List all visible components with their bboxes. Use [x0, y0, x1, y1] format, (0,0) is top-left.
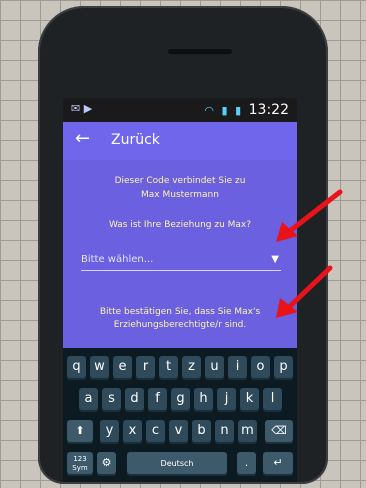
key[interactable]: r [136, 356, 155, 380]
key[interactable]: b [192, 420, 211, 444]
status-bar: ✉ ▶ ◠ ▮ ▮ 13:22 [63, 98, 297, 122]
wifi-icon: ◠ [204, 104, 215, 117]
confirm-line-1: Bitte bestätigen Sie, dass Sie Max's [99, 307, 261, 317]
confirm-line-2: Erziehungsberechtigte/r sind. [113, 320, 247, 330]
key[interactable]: f [148, 388, 167, 412]
key[interactable]: s [102, 388, 121, 412]
back-arrow-icon[interactable]: ← [75, 128, 90, 149]
dropdown-placeholder: Bitte wählen... [81, 254, 154, 265]
key[interactable]: d [125, 388, 144, 412]
key[interactable]: m [238, 420, 257, 444]
back-button[interactable]: Zurück [111, 132, 160, 148]
space-key[interactable]: Deutsch [127, 452, 227, 476]
status-time: 13:22 [248, 102, 289, 118]
key[interactable]: i [228, 356, 247, 380]
key[interactable]: j [217, 388, 236, 412]
guardian-confirmation-text[interactable]: Bitte bestätigen Sie, dass Sie Max's Erz… [73, 306, 287, 332]
red-arrow-confirmation [276, 265, 333, 318]
phone-screen: ✉ ▶ ◠ ▮ ▮ 13:22 ← Zurück Dieser Code ver… [63, 98, 297, 482]
relationship-dropdown[interactable]: Bitte wählen... ▼ [81, 252, 281, 271]
enter-icon[interactable]: ↵ [263, 452, 293, 476]
key[interactable]: y [100, 420, 119, 444]
status-right: ◠ ▮ ▮ 13:22 [204, 102, 289, 118]
key[interactable]: t [159, 356, 178, 380]
code-connection-text: Dieser Code verbindet Sie zu [114, 176, 246, 186]
backspace-icon[interactable]: ⌫ [265, 420, 293, 444]
key[interactable]: u [205, 356, 224, 380]
key[interactable]: g [171, 388, 190, 412]
key[interactable]: p [274, 356, 293, 380]
relationship-question: Was ist Ihre Beziehung zu Max? [108, 220, 252, 230]
key[interactable]: k [240, 388, 259, 412]
key[interactable]: a [79, 388, 98, 412]
soft-keyboard: q w e r t z u i o p a s d f g h j k l ⬆ … [63, 348, 297, 482]
key[interactable]: q [67, 356, 86, 380]
key[interactable]: x [123, 420, 142, 444]
phone-speaker [168, 49, 232, 54]
notification-icons: ✉ ▶ [71, 102, 93, 115]
main-content: Dieser Code verbindet Sie zu Max Musterm… [63, 160, 297, 360]
shift-icon[interactable]: ⬆ [67, 420, 93, 444]
red-arrow-dropdown [276, 189, 343, 242]
key[interactable]: c [146, 420, 165, 444]
key[interactable]: l [263, 388, 282, 412]
battery-icon: ▮ [235, 104, 242, 117]
key[interactable]: n [215, 420, 234, 444]
app-bar: ← Zurück [63, 122, 297, 160]
key[interactable]: v [169, 420, 188, 444]
child-name: Max Mustermann [141, 190, 219, 200]
period-key[interactable]: . [237, 452, 256, 476]
key[interactable]: w [90, 356, 109, 380]
key[interactable]: e [113, 356, 132, 380]
signal-icon: ▮ [221, 104, 228, 117]
key[interactable]: h [194, 388, 213, 412]
sym-key[interactable]: 123 Sym [67, 452, 93, 476]
key[interactable]: o [251, 356, 270, 380]
key[interactable]: z [182, 356, 201, 380]
gear-icon[interactable]: ⚙ [97, 452, 116, 476]
